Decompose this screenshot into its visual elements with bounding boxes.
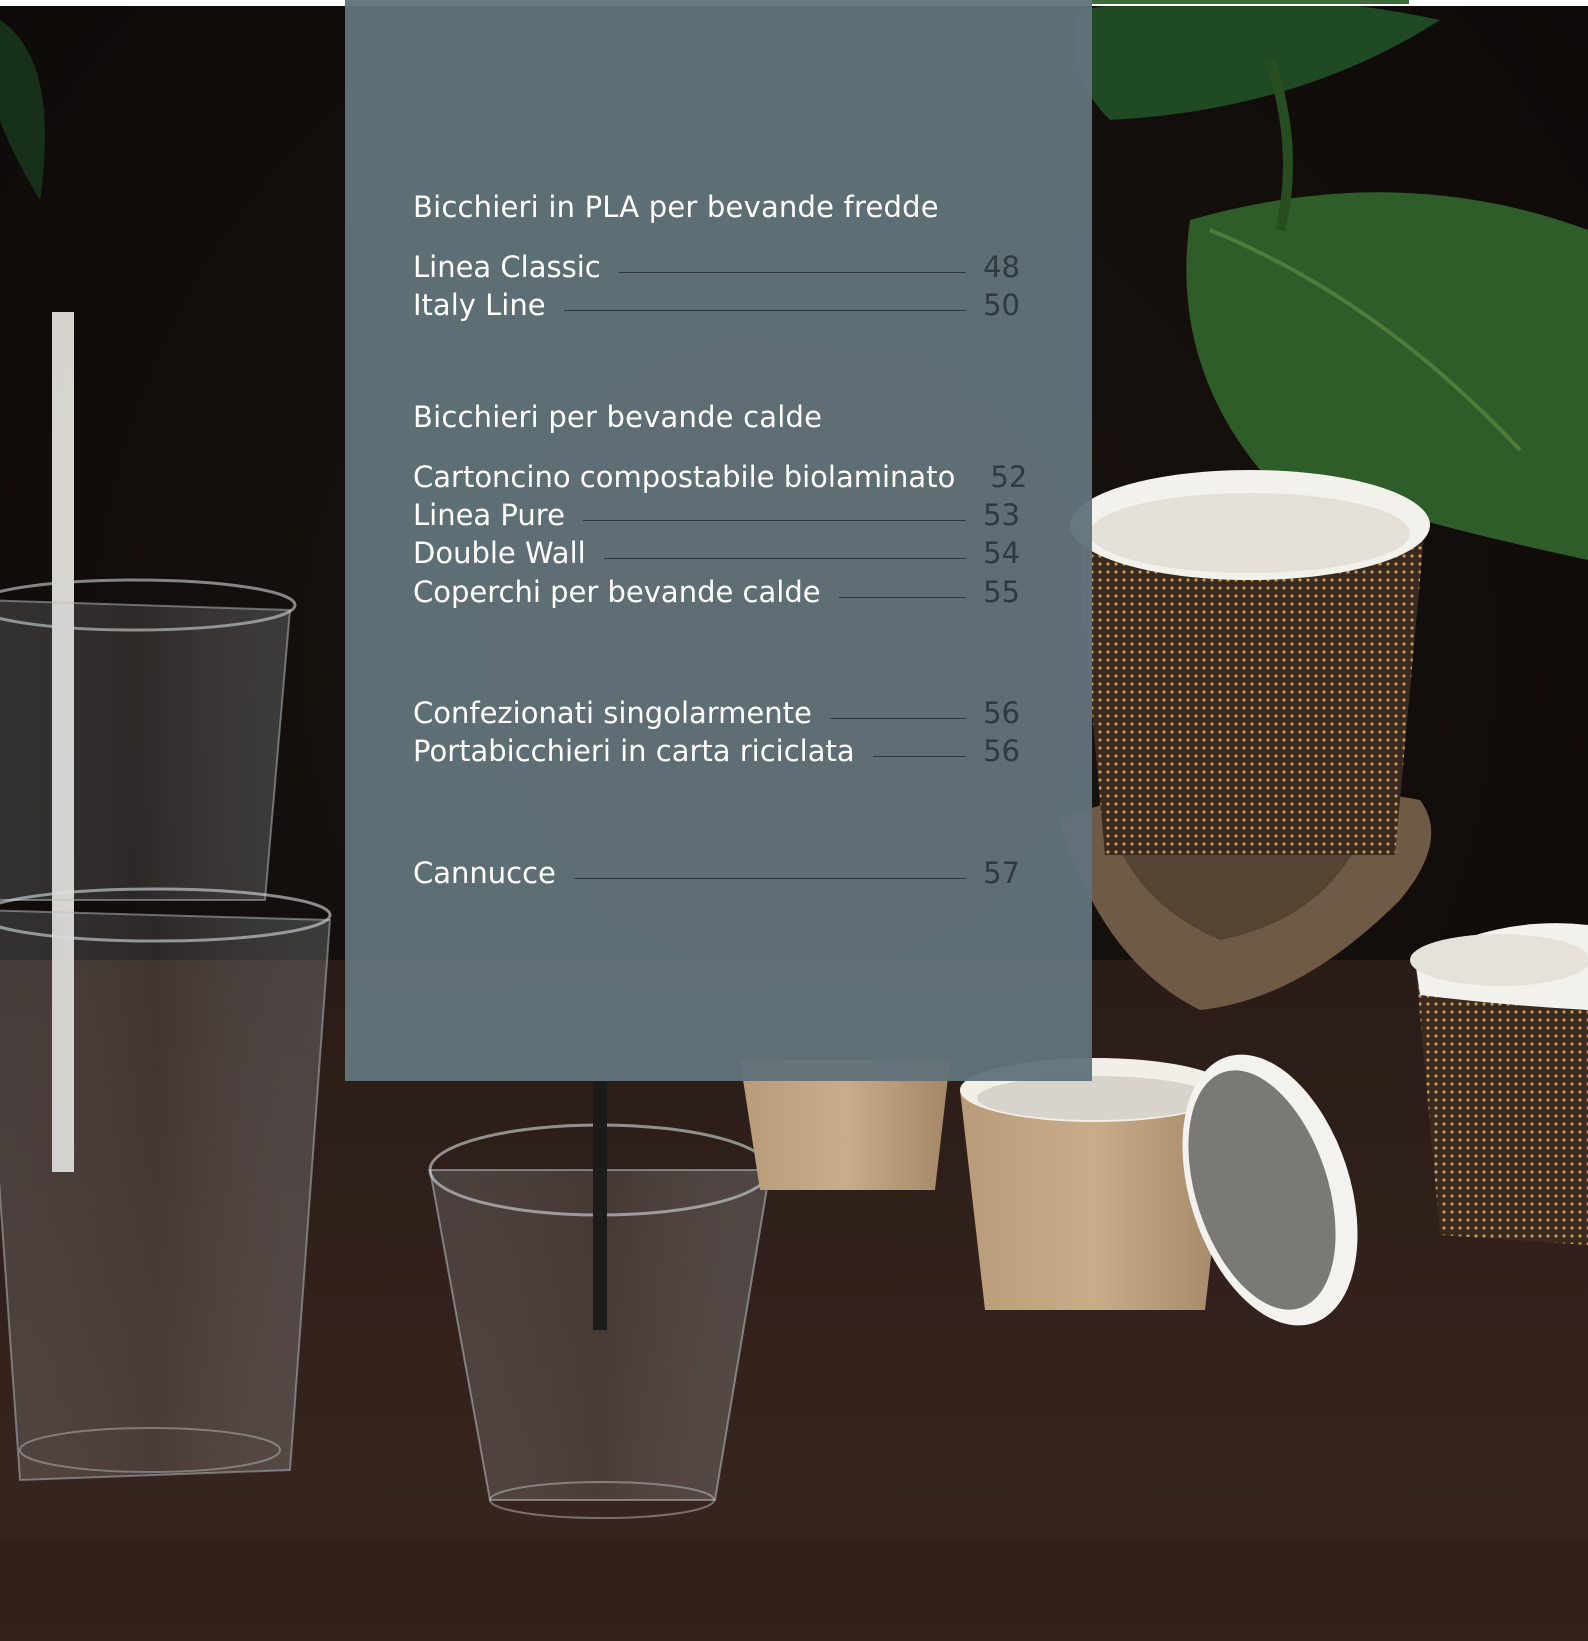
toc-entry[interactable]: Linea Classic 48 bbox=[413, 248, 1020, 286]
toc-panel: Bicchieri in PLA per bevande fredde Line… bbox=[345, 0, 1092, 1081]
toc-section-title: Bicchieri per bevande calde bbox=[413, 400, 823, 434]
toc-entry-page: 54 bbox=[983, 536, 1020, 570]
leader-line bbox=[618, 271, 966, 273]
leader-line bbox=[829, 717, 966, 719]
toc-entry-label: Cannucce bbox=[413, 856, 556, 890]
toc-entry-label: Double Wall bbox=[413, 536, 586, 570]
toc-entry[interactable]: Linea Pure 53 bbox=[413, 496, 1020, 534]
leader-line bbox=[582, 519, 966, 521]
toc-entry-page: 52 bbox=[990, 460, 1028, 494]
leader-line bbox=[573, 877, 966, 879]
toc-entry[interactable]: Italy Line 50 bbox=[413, 286, 1020, 324]
toc-entry[interactable]: Cartoncino compostabile biolaminato 52 bbox=[413, 458, 1027, 496]
toc-entry-label: Portabicchieri in carta riciclata bbox=[413, 734, 855, 768]
toc-section-title: Bicchieri in PLA per bevande fredde bbox=[413, 190, 939, 224]
leader-line bbox=[563, 309, 966, 311]
leader-line bbox=[838, 596, 966, 598]
toc-entry-page: 56 bbox=[983, 734, 1020, 768]
leader-line bbox=[872, 755, 966, 757]
toc-entry-page: 48 bbox=[983, 250, 1020, 284]
toc-entry[interactable]: Double Wall 54 bbox=[413, 534, 1020, 572]
paper-cups-icon bbox=[1410, 923, 1588, 1245]
toc-entry-page: 57 bbox=[983, 856, 1020, 890]
toc-entry-label: Linea Pure bbox=[413, 498, 565, 532]
leader-line bbox=[603, 557, 966, 559]
toc-entry-page: 53 bbox=[983, 498, 1020, 532]
toc-entry-page: 56 bbox=[983, 696, 1020, 730]
toc-entry[interactable]: Confezionati singolarmente 56 bbox=[413, 694, 1020, 732]
toc-entry-page: 50 bbox=[983, 288, 1020, 322]
toc-entry-label: Linea Classic bbox=[413, 250, 601, 284]
plastic-cups-icon bbox=[0, 578, 332, 1482]
toc-entry[interactable]: Portabicchieri in carta riciclata 56 bbox=[413, 732, 1020, 770]
toc-entry[interactable]: Coperchi per bevande calde 55 bbox=[413, 573, 1020, 611]
toc-entry-label: Confezionati singolarmente bbox=[413, 696, 812, 730]
toc-entry-label: Cartoncino compostabile biolaminato bbox=[413, 460, 956, 494]
toc-entry-label: Italy Line bbox=[413, 288, 546, 322]
toc-entry[interactable]: Cannucce 57 bbox=[413, 854, 1020, 892]
toc-entry-page: 55 bbox=[983, 575, 1020, 609]
top-accent-bar bbox=[1092, 0, 1409, 4]
toc-entry-label: Coperchi per bevande calde bbox=[413, 575, 821, 609]
paper-cups-icon bbox=[1070, 470, 1430, 855]
